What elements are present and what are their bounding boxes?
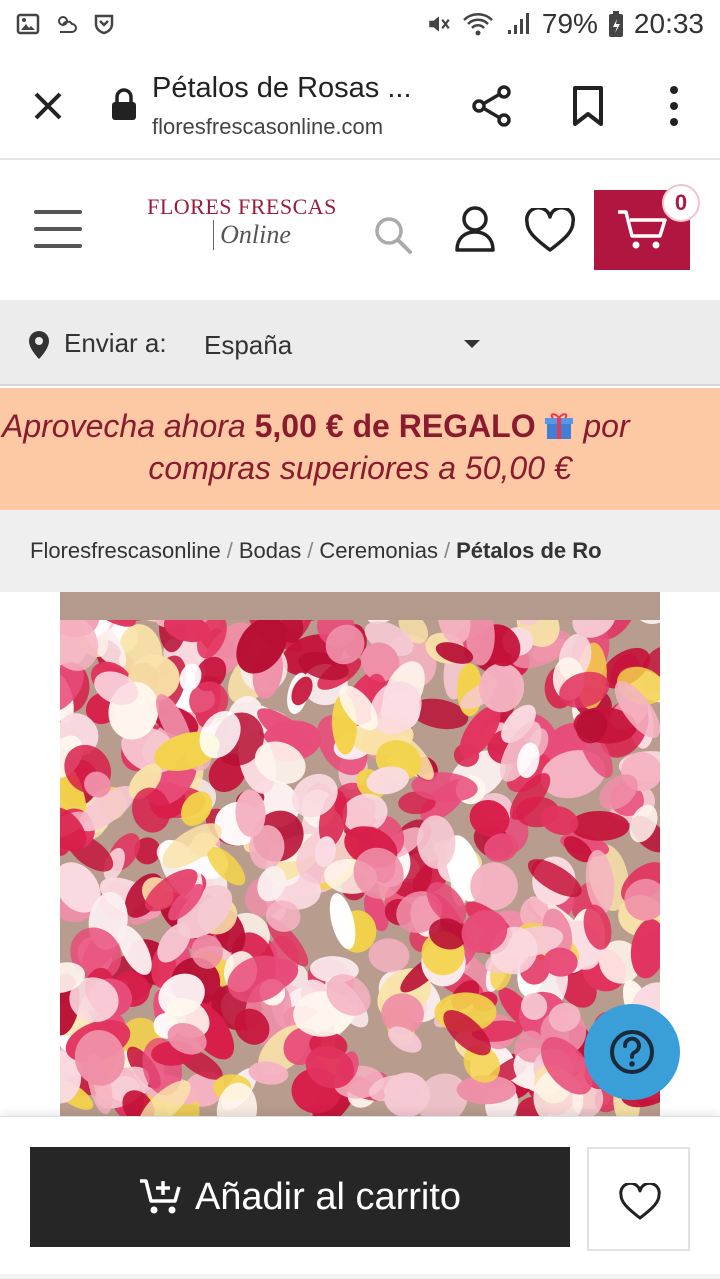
shield-icon (94, 14, 114, 35)
ship-to-value[interactable]: España (204, 330, 292, 361)
help-question-icon (610, 1030, 654, 1074)
bottom-action-bar: Añadir al carrito (0, 1116, 720, 1279)
lock-icon[interactable] (110, 88, 138, 122)
wifi-icon (463, 13, 493, 36)
dropdown-caret-icon[interactable] (464, 340, 480, 348)
signal-icon (507, 13, 529, 34)
add-to-cart-button[interactable]: Añadir al carrito (30, 1147, 570, 1247)
breadcrumb-fade (660, 510, 720, 592)
site-logo[interactable]: Flores Frescas Online (132, 194, 352, 274)
add-to-cart-label: Añadir al carrito (194, 1175, 462, 1218)
promo-highlight: 5,00 € de REGALO (254, 408, 536, 444)
ship-to-label: Enviar a: (64, 328, 167, 358)
status-bar: 79% 20:33 (0, 0, 720, 52)
location-pin-icon (29, 331, 49, 359)
site-header: Flores Frescas Online (0, 162, 720, 300)
ship-to-selector[interactable]: Enviar a: España (0, 300, 720, 386)
share-icon[interactable] (470, 84, 514, 128)
breadcrumb-separator: / (444, 538, 451, 563)
breadcrumb-item-bodas[interactable]: Bodas (239, 538, 301, 563)
battery-icon (608, 11, 623, 37)
breadcrumb-separator: / (307, 538, 314, 563)
logo-bottom-text: Online (213, 220, 291, 250)
breadcrumb-item-home[interactable]: Floresfrescasonline (30, 538, 221, 563)
url-text[interactable]: floresfrescasonline.com (152, 114, 383, 140)
promo-suffix: por (574, 408, 630, 444)
mute-icon (429, 16, 450, 32)
promo-banner: Aprovecha ahora 5,00 € de REGALO por com… (0, 388, 720, 510)
browser-toolbar: Pétalos de Rosas ... floresfrescasonline… (0, 52, 720, 160)
promo-line-1: Aprovecha ahora 5,00 € de REGALO por (2, 408, 630, 445)
breadcrumb-current: Pétalos de Ro (456, 538, 602, 563)
search-icon[interactable] (372, 214, 414, 256)
wishlist-heart-icon[interactable] (524, 208, 576, 254)
hamburger-menu-icon[interactable] (34, 210, 82, 250)
user-account-icon[interactable] (452, 204, 498, 254)
cart-count-badge: 0 (662, 184, 700, 222)
product-image[interactable] (60, 592, 660, 1116)
weather-icon (58, 16, 77, 33)
help-button[interactable] (584, 1004, 680, 1100)
cart-icon (618, 210, 667, 249)
breadcrumb-item-ceremonias[interactable]: Ceremonias (319, 538, 438, 563)
heart-outline-icon (619, 1183, 661, 1220)
breadcrumb-separator: / (226, 538, 233, 563)
close-icon[interactable] (28, 86, 68, 126)
battery-level: 79% (541, 8, 598, 39)
breadcrumb: Floresfrescasonline / Bodas / Ceremonias / Pét… (0, 510, 720, 592)
promo-prefix: Aprovecha ahora (2, 408, 255, 444)
logo-top-text: Flores Frescas (147, 194, 337, 219)
clock: 20:33 (633, 8, 704, 39)
add-to-wishlist-button[interactable] (587, 1147, 690, 1251)
bookmark-icon[interactable] (568, 84, 608, 128)
page-title[interactable]: Pétalos de Rosas ... (152, 72, 412, 105)
system-nav-bar (0, 1274, 720, 1279)
more-options-icon[interactable] (660, 82, 688, 130)
add-cart-icon (139, 1179, 181, 1214)
rose-petals-photo (60, 592, 660, 1116)
box-edge (60, 592, 660, 620)
gift-icon (545, 413, 574, 439)
promo-line-2: compras superiores a 50,00 € (148, 450, 572, 486)
gallery-icon (16, 13, 40, 35)
